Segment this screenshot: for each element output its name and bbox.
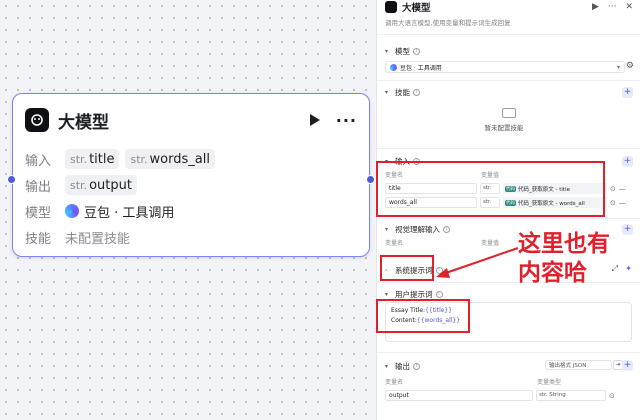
node-output-row: 输出 str. output <box>25 174 137 196</box>
output-format-select[interactable]: 输出格式 JSON <box>545 360 612 370</box>
user-prompt-editor[interactable]: Essay Title:{{title}} Content:{{words_al… <box>385 302 632 342</box>
node-input-row: 输入 str. title str. words_all <box>25 148 215 170</box>
chevron-down-icon[interactable]: ▾ <box>385 89 392 96</box>
input-chip-words-all: str. words_all <box>125 149 215 169</box>
section-model[interactable]: ▾ 模型 i <box>385 46 420 57</box>
prompt-line-content: Content:{{words_all}} <box>391 317 461 324</box>
output-type-select[interactable]: str. String <box>536 390 606 401</box>
node-model-row: 模型 豆包 · 工具调用 <box>25 204 175 221</box>
section-skill[interactable]: ▾ 技能 i <box>385 87 420 98</box>
more-icon[interactable]: ··· <box>336 111 357 130</box>
section-vision-input[interactable]: ▾ 视觉理解输入 i <box>385 224 450 235</box>
info-icon: i <box>413 89 420 96</box>
settings-circle-icon[interactable]: ⊙ <box>610 199 616 207</box>
input-type-select[interactable]: str. <box>480 197 500 208</box>
output-row: output str. String ⊙ <box>385 390 615 401</box>
section-user-prompt[interactable]: ▾ 用户提示词 i <box>385 289 443 300</box>
chevron-down-icon[interactable]: ▾ <box>385 291 392 298</box>
chevron-down-icon[interactable]: ▾ <box>385 48 392 55</box>
gear-icon[interactable]: ⚙ <box>626 61 634 71</box>
more-icon[interactable]: ··· <box>608 2 617 12</box>
input-type-select[interactable]: str. <box>480 183 500 194</box>
doubao-icon <box>65 204 79 218</box>
node-title: 大模型 <box>58 112 109 133</box>
input-ref-select[interactable]: 代码 代码_获取原文 - title <box>503 183 607 194</box>
panel-title: 大模型 <box>402 3 431 14</box>
node-skill-row: 技能 未配置技能 <box>25 231 131 247</box>
output-chip: str. output <box>65 175 137 195</box>
section-system-prompt[interactable]: › 系统提示词 i <box>385 265 443 276</box>
info-icon: i <box>435 267 443 274</box>
run-icon[interactable]: ▶ <box>592 2 599 12</box>
add-skill-button[interactable]: + <box>622 87 633 98</box>
chevron-down-icon: ▾ <box>616 63 620 71</box>
add-input-button[interactable]: + <box>622 156 633 167</box>
output-port[interactable] <box>366 175 375 184</box>
llm-logo-icon <box>385 1 397 13</box>
chevron-down-icon[interactable]: ▾ <box>385 226 392 233</box>
empty-skill-state: 暂未配置技能 <box>485 108 531 132</box>
llm-node-card[interactable]: 大模型 ··· 输入 str. title str. words_all 输出 st… <box>7 93 375 257</box>
info-icon: i <box>413 158 420 165</box>
chevron-right-icon[interactable]: › <box>385 267 392 274</box>
output-name-field[interactable]: output <box>385 390 533 401</box>
input-ref-select[interactable]: 代码 代码_获取原文 - words_all <box>503 197 607 208</box>
doubao-icon <box>390 63 397 71</box>
chevron-down-icon[interactable]: ▾ <box>385 363 392 370</box>
settings-circle-icon[interactable]: ⊙ <box>609 392 615 400</box>
chevron-down-icon[interactable]: ▾ <box>385 158 392 165</box>
node-config-panel: 大模型 ▶ ··· ✕ 调用大语言模型,使用变量和提示词生成回复 ▾ 模型 i 豆… <box>376 0 640 420</box>
info-icon: i <box>413 363 420 370</box>
annotation-text: 这里也有 内容哈 <box>518 231 610 286</box>
empty-box-icon <box>502 108 516 118</box>
settings-circle-icon[interactable]: ⊙ <box>610 185 616 193</box>
input-port[interactable] <box>7 175 16 184</box>
input-row-words-all: words_all str. 代码 代码_获取原文 - words_all ⊙ — <box>385 197 626 208</box>
panel-header: 大模型 ▶ ··· ✕ <box>385 0 633 14</box>
close-icon[interactable]: ✕ <box>625 2 633 12</box>
section-input[interactable]: ▾ 输入 i <box>385 156 420 167</box>
llm-logo-icon <box>25 108 49 132</box>
remove-icon[interactable]: — <box>619 185 626 193</box>
section-output[interactable]: ▾ 输出 i <box>385 361 420 372</box>
input-name-field[interactable]: words_all <box>385 197 477 208</box>
info-icon: i <box>435 291 443 298</box>
remove-icon[interactable]: — <box>619 199 626 207</box>
run-icon[interactable] <box>309 114 320 126</box>
add-output-button[interactable]: + <box>622 360 633 371</box>
input-name-field[interactable]: title <box>385 183 477 194</box>
panel-description: 调用大语言模型,使用变量和提示词生成回复 <box>385 19 511 27</box>
node-header: 大模型 ··· <box>25 106 357 134</box>
info-icon: i <box>443 226 450 233</box>
input-chip-title: str. title <box>65 149 120 169</box>
model-select[interactable]: 豆包 · 工具调用 ▾ <box>385 61 625 73</box>
input-row-title: title str. 代码 代码_获取原文 - title ⊙ — <box>385 183 626 194</box>
prompt-line-title: Essay Title:{{title}} <box>391 307 453 314</box>
info-icon: i <box>413 48 420 55</box>
